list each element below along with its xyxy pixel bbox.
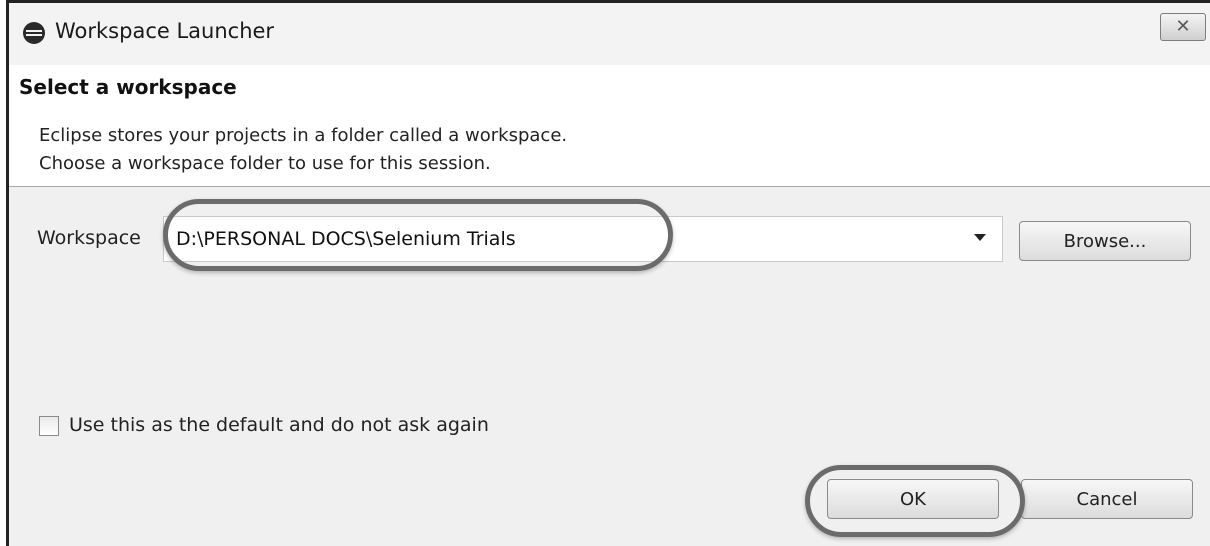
workspace-label: Workspace [37,227,141,249]
default-checkbox-label[interactable]: Use this as the default and do not ask a… [69,414,489,436]
browse-button[interactable]: Browse... [1019,221,1191,261]
workspace-path-input[interactable] [176,217,956,261]
window-title: Workspace Launcher [55,19,275,43]
title-bar: Workspace Launcher ✕ [9,3,1210,66]
workspace-launcher-dialog: Workspace Launcher ✕ Select a workspace … [6,0,1210,546]
dialog-heading: Select a workspace [19,75,237,99]
workspace-combobox[interactable] [163,216,1003,262]
chevron-down-icon[interactable] [974,234,986,241]
header-banner: Select a workspace Eclipse stores your p… [9,65,1210,187]
description-line-1: Eclipse stores your projects in a folder… [39,125,568,146]
close-button[interactable]: ✕ [1160,13,1206,41]
dialog-description: Eclipse stores your projects in a folder… [39,122,567,178]
ok-button[interactable]: OK [827,479,999,519]
cancel-button[interactable]: Cancel [1021,479,1193,519]
eclipse-icon [23,22,45,44]
default-checkbox[interactable] [39,416,59,436]
close-icon: ✕ [1175,16,1191,37]
description-line-2: Choose a workspace folder to use for thi… [39,153,491,174]
